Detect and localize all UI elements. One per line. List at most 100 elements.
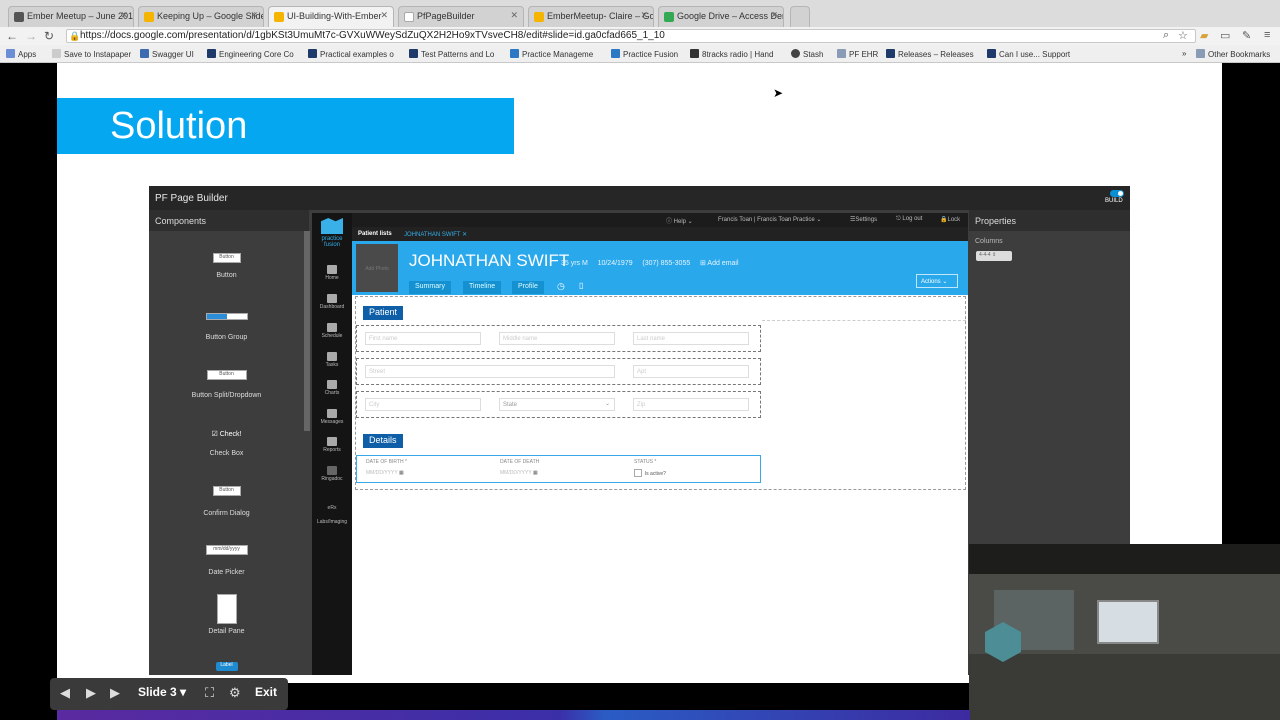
close-icon[interactable]: ✕	[380, 10, 388, 21]
back-icon[interactable]: ←	[6, 28, 18, 44]
cast-icon[interactable]: ▭	[1220, 29, 1230, 42]
rail-item-dashboard[interactable]: Dashboard	[312, 294, 352, 310]
eyedropper-icon[interactable]: ✎	[1242, 29, 1251, 42]
city-row[interactable]: City State ⌄ Zip	[356, 391, 761, 418]
exit-button[interactable]: Exit	[255, 685, 277, 699]
info-icon[interactable]: ▯	[579, 281, 583, 290]
middle-name-field[interactable]: Middle name	[499, 332, 615, 345]
bookmark-folder-other[interactable]: Other Bookmarks	[1196, 49, 1270, 59]
tab-timeline[interactable]: Timeline	[463, 281, 502, 294]
history-icon[interactable]: ◷	[557, 281, 565, 292]
empty-column[interactable]	[762, 296, 966, 321]
rail-item-tasks[interactable]: Tasks	[312, 352, 352, 368]
logout-link[interactable]: ⎋ Log out	[896, 216, 922, 223]
is-active-checkbox[interactable]: Is active?	[634, 469, 666, 477]
forward-icon[interactable]: →	[25, 28, 37, 44]
bookmark-apps[interactable]: Apps	[6, 49, 36, 59]
bookmark-item[interactable]: Releases – Releases	[886, 49, 974, 59]
build-toggle[interactable]: BUILD	[1104, 190, 1128, 206]
calendar-icon[interactable]: ▦	[533, 470, 538, 476]
bookmark-item[interactable]: Engineering Core Co	[207, 49, 294, 59]
tab-profile[interactable]: Profile	[512, 281, 544, 294]
component-detail-pane[interactable]: Detail Pane	[149, 594, 304, 635]
patient-photo[interactable]: Add Photo	[356, 244, 398, 292]
calendar-icon[interactable]: ▦	[399, 470, 404, 476]
browser-tab[interactable]: Keeping Up – Google Slide ✕	[138, 6, 264, 27]
fullscreen-icon[interactable]: ⛶	[205, 685, 214, 701]
menu-icon[interactable]: ≡	[1264, 29, 1270, 41]
name-row[interactable]: First name Middle name Last name	[356, 325, 761, 352]
component-date-picker[interactable]: mm/dd/yyyy Date Picker	[149, 545, 304, 576]
lock-link[interactable]: 🔒Lock	[940, 216, 960, 223]
slide-selector[interactable]: Slide 3 ▾	[138, 685, 186, 699]
browser-tab[interactable]: PfPageBuilder ✕	[398, 6, 524, 27]
new-tab-button[interactable]	[790, 6, 810, 27]
user-menu[interactable]: Francis Toan | Francis Toan Practice ⌄	[718, 216, 821, 223]
bookmark-item[interactable]: Can I use... Support	[987, 49, 1070, 59]
columns-select[interactable]: 4-4-4 ⇕	[976, 251, 1012, 261]
component-check-box[interactable]: ☑ Check! Check Box	[149, 430, 304, 457]
address-bar[interactable]: 🔒 https://docs.google.com/presentation/d/…	[66, 29, 1196, 43]
rail-item-schedule[interactable]: Schedule	[312, 323, 352, 339]
close-icon[interactable]: ✕	[640, 10, 648, 21]
dod-input[interactable]: MM/DD/YYYY ▦	[500, 470, 538, 476]
browser-tab-active[interactable]: UI-Building-With-Ember ✕	[268, 6, 394, 27]
bookmark-item[interactable]: Stash	[791, 49, 823, 59]
first-name-field[interactable]: First name	[365, 332, 481, 345]
bookmark-item[interactable]: Save to Instapaper	[52, 49, 131, 59]
close-icon[interactable]: ✕	[250, 10, 258, 21]
component-button-group[interactable]: Button Group	[149, 313, 304, 341]
rail-item-labs[interactable]: Labs/Imaging	[312, 519, 352, 525]
star-icon[interactable]: ☆	[1178, 29, 1188, 42]
tab-summary[interactable]: Summary	[409, 281, 451, 294]
bookmark-item[interactable]: Practical examples o	[308, 49, 394, 59]
state-select[interactable]: State ⌄	[499, 398, 615, 411]
play-icon[interactable]: ▶	[86, 685, 96, 701]
street-field[interactable]: Street	[365, 365, 615, 378]
rail-item-messages[interactable]: Messages	[312, 409, 352, 425]
city-field[interactable]: City	[365, 398, 481, 411]
component-button-split[interactable]: Button Button Split/Dropdown	[149, 370, 304, 399]
street-row[interactable]: Street Apt	[356, 358, 761, 385]
open-patient-tab[interactable]: JOHNATHAN SWIFT ✕	[404, 231, 467, 238]
rail-item-ringadoc[interactable]: Ringadoc	[312, 466, 352, 482]
component-label[interactable]: Label	[149, 662, 304, 671]
bookmark-item[interactable]: Swagger UI	[140, 49, 194, 59]
settings-link[interactable]: ☰Settings	[850, 216, 877, 223]
extension-icon[interactable]: ▰	[1200, 29, 1208, 42]
browser-tab[interactable]: Google Drive – Access Den ✕	[658, 6, 784, 27]
bookmark-more[interactable]: »	[1182, 49, 1186, 58]
browser-tab[interactable]: Ember Meetup – June 201 ✕	[8, 6, 134, 27]
details-row[interactable]: DATE OF BIRTH * MM/DD/YYYY ▦ DATE OF DEA…	[356, 455, 761, 483]
zip-field[interactable]: Zip	[633, 398, 749, 411]
rail-item-erx[interactable]: eRx	[312, 505, 352, 511]
browser-tab[interactable]: EmberMeetup- Claire – Go ✕	[528, 6, 654, 27]
rail-item-home[interactable]: Home	[312, 265, 352, 281]
component-confirm-dialog[interactable]: Button Confirm Dialog	[149, 486, 304, 517]
bookmark-item[interactable]: Test Patterns and Lo	[409, 49, 494, 59]
help-link[interactable]: ⓘ Help ⌄	[666, 216, 693, 225]
component-button[interactable]: Button Button	[149, 253, 304, 279]
bookmark-folder[interactable]: PF EHR	[837, 49, 878, 59]
patient-lists-tab[interactable]: Patient lists	[358, 231, 392, 237]
bookmark-item[interactable]: Practice Manageme	[510, 49, 593, 59]
dob-input[interactable]: MM/DD/YYYY ▦	[366, 470, 404, 476]
add-email-link[interactable]: ⊞ Add email	[700, 260, 739, 267]
close-icon[interactable]: ✕	[770, 10, 778, 21]
bookmark-item[interactable]: Practice Fusion	[611, 49, 678, 59]
last-name-field[interactable]: Last name	[633, 332, 749, 345]
reload-icon[interactable]: ↻	[44, 28, 54, 44]
gear-icon[interactable]: ⚙	[229, 685, 241, 701]
close-icon[interactable]: ✕	[462, 232, 467, 238]
next-icon[interactable]: ▶	[110, 685, 120, 701]
bookmark-item[interactable]: 8tracks radio | Hand	[690, 49, 773, 59]
previous-icon[interactable]: ◀	[60, 685, 70, 701]
rail-item-charts[interactable]: Charts	[312, 380, 352, 396]
apt-field[interactable]: Apt	[633, 365, 749, 378]
chevron-down-icon: ⌄	[604, 401, 610, 407]
close-icon[interactable]: ✕	[510, 10, 518, 21]
rail-item-reports[interactable]: Reports	[312, 437, 352, 453]
close-icon[interactable]: ✕	[120, 10, 128, 21]
actions-dropdown[interactable]: Actions ⌄	[916, 274, 958, 288]
components-scrollbar[interactable]	[304, 231, 310, 431]
